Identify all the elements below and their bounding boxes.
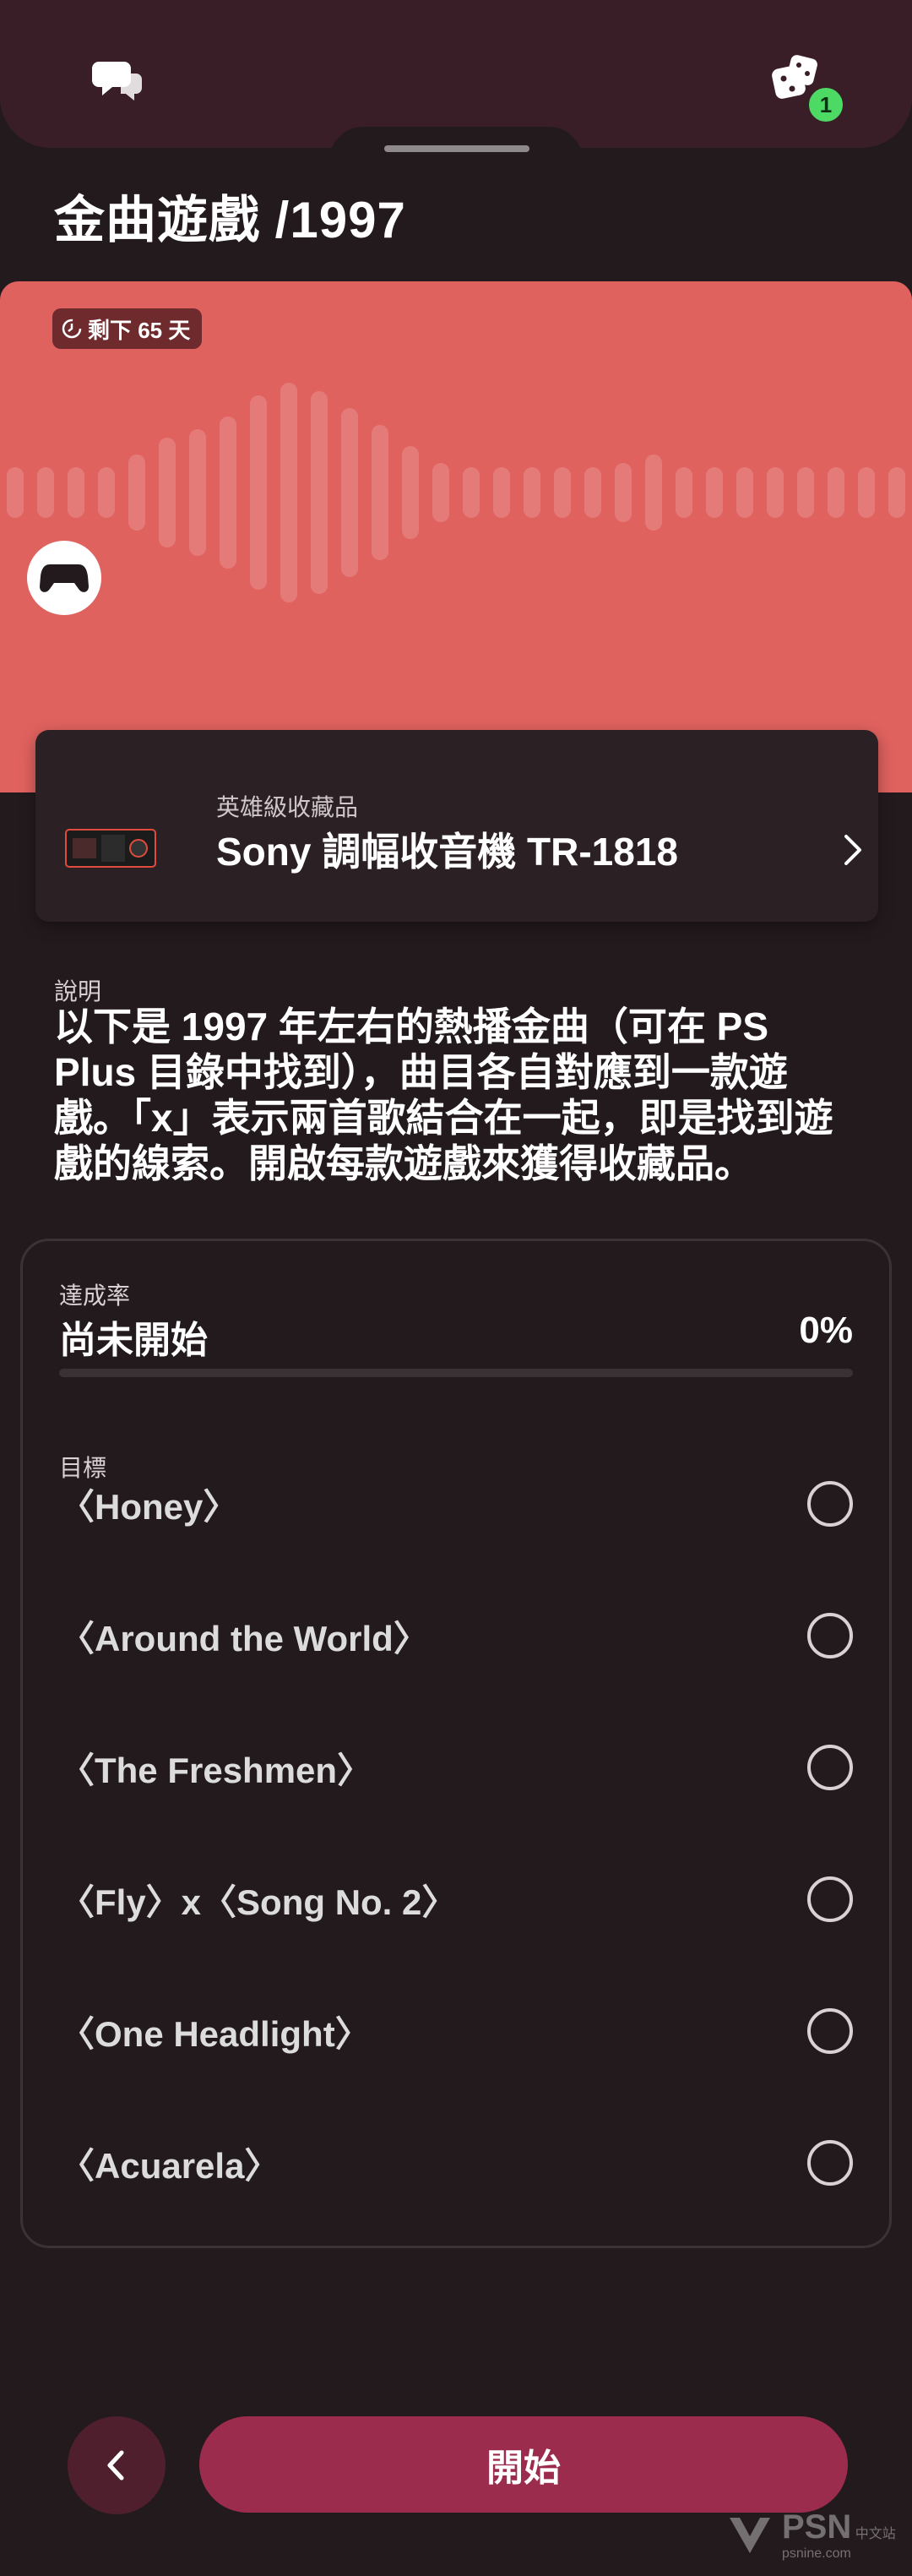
completion-percent: 0%	[799, 1310, 853, 1351]
waveform-bar	[463, 467, 480, 518]
waveform-bar	[250, 395, 267, 590]
description-label: 說明	[54, 978, 102, 1005]
goal-item[interactable]: 〈Honey〉	[59, 1470, 853, 1538]
watermark-url: psnine.com	[782, 2546, 851, 2561]
goal-status-circle-icon	[807, 1613, 853, 1658]
top-bar-notch	[329, 127, 583, 161]
watermark-tag: 中文站	[855, 2526, 896, 2541]
page-title: 金曲遊戲 /1997	[54, 192, 406, 248]
waveform-bar	[280, 383, 297, 602]
completion-label: 達成率	[59, 1283, 131, 1309]
waveform-bar	[828, 467, 844, 518]
reward-name: Sony 調幅收音機 TR-1818	[216, 830, 678, 874]
waveform-bar	[98, 467, 115, 518]
controller-icon	[27, 541, 101, 615]
completion-status: 尚未開始	[59, 1320, 208, 1361]
watermark: PSN 中文站 psnine.com	[725, 2501, 910, 2568]
start-button[interactable]: 開始	[199, 2416, 848, 2513]
waveform-bar	[888, 467, 905, 518]
waveform-bar	[615, 463, 632, 522]
waveform-bar	[311, 391, 328, 594]
watermark-brand: PSN	[782, 2508, 852, 2546]
goal-status-circle-icon	[807, 1876, 853, 1922]
waveform-bar	[858, 467, 875, 518]
timer-icon	[62, 319, 82, 339]
waveform-bar	[524, 467, 540, 518]
waveform-bar	[128, 455, 145, 531]
goal-item[interactable]: 〈Fly〉x〈Song No. 2〉	[59, 1865, 853, 1933]
waveform-bar	[341, 408, 358, 577]
goal-status-circle-icon	[807, 1481, 853, 1527]
waveform-bar	[493, 467, 510, 518]
radio-thumbnail	[65, 829, 156, 868]
psnine-logo-icon	[730, 2518, 770, 2553]
goal-status-circle-icon	[807, 1745, 853, 1790]
goal-item[interactable]: 〈Around the World〉	[59, 1602, 853, 1669]
waveform-bar	[797, 467, 814, 518]
goal-text: 〈Acuarela〉	[59, 2145, 280, 2186]
time-remaining-text: 剩下 65 天	[88, 317, 191, 343]
waveform-bar	[37, 467, 54, 518]
waveform-bar	[645, 455, 662, 531]
waveform-bar	[372, 425, 388, 560]
waveform-bar	[68, 467, 84, 518]
waveform-bar	[189, 429, 206, 556]
waveform-bar	[584, 467, 601, 518]
goal-text: 〈Around the World〉	[59, 1618, 429, 1658]
waveform-bar	[676, 467, 692, 518]
goal-text: 〈One Headlight〉	[59, 2013, 371, 2054]
reward-tier: 英雄級收藏品	[216, 794, 359, 820]
hero-banner	[0, 281, 912, 792]
progress-bar	[59, 1369, 853, 1377]
waveform-bar	[432, 463, 449, 522]
description-text: 以下是 1997 年左右的熱播金曲（可在 PS Plus 目錄中找到），曲目各自…	[54, 1005, 833, 1185]
goal-item[interactable]: 〈One Headlight〉	[59, 1997, 853, 2065]
sheet-handle[interactable]	[384, 145, 529, 152]
back-button[interactable]	[68, 2416, 166, 2514]
goal-status-circle-icon	[807, 2008, 853, 2054]
chat-bubbles-icon[interactable]	[83, 46, 150, 114]
waveform-bar	[159, 438, 176, 547]
goal-status-circle-icon	[807, 2140, 853, 2186]
waveform-bar	[554, 467, 571, 518]
waveform-bar	[767, 467, 784, 518]
goal-item[interactable]: 〈The Freshmen〉	[59, 1734, 853, 1801]
goal-text: 〈Fly〉x〈Song No. 2〉	[59, 1882, 458, 1922]
waveform-graphic	[7, 383, 905, 602]
goal-text: 〈Honey〉	[59, 1486, 239, 1527]
time-remaining-badge: 剩下 65 天	[52, 308, 203, 349]
chevron-right-icon	[844, 835, 861, 865]
chevron-left-icon	[107, 2450, 124, 2481]
waveform-bar	[706, 467, 723, 518]
goal-item[interactable]: 〈Acuarela〉	[59, 2129, 853, 2197]
waveform-bar	[220, 417, 236, 569]
waveform-bar	[736, 467, 753, 518]
waveform-bar	[402, 446, 419, 539]
reward-card[interactable]: 英雄級收藏品 Sony 調幅收音機 TR-1818	[35, 730, 878, 922]
notification-badge: 1	[806, 84, 846, 125]
waveform-bar	[7, 467, 24, 518]
goal-text: 〈The Freshmen〉	[59, 1750, 373, 1790]
